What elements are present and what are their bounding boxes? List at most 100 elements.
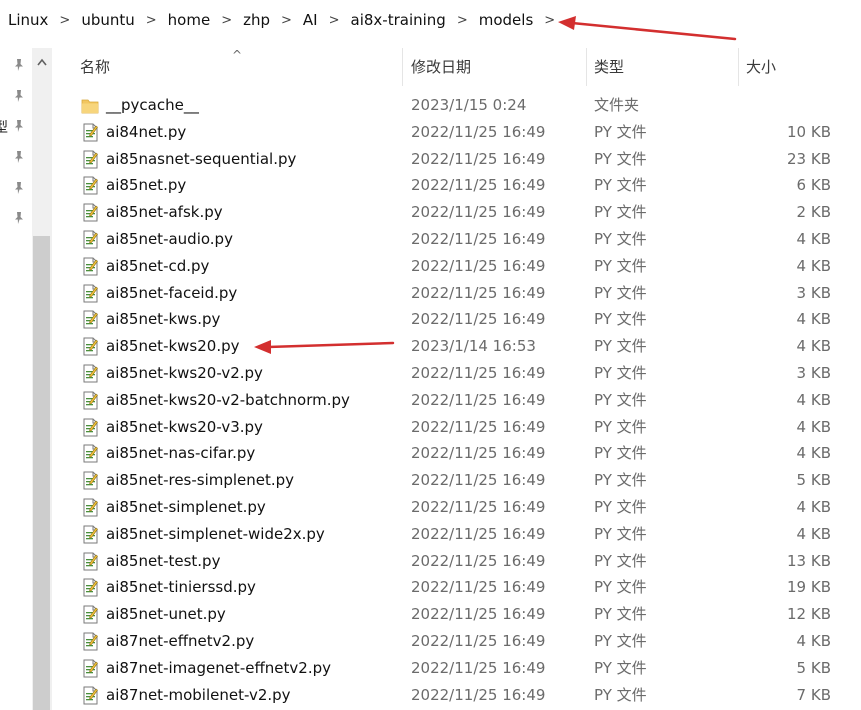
file-type: PY 文件 bbox=[594, 658, 647, 677]
file-row[interactable]: ai85nasnet-sequential.py 2022/11/25 16:49… bbox=[52, 146, 861, 173]
python-file-icon bbox=[81, 552, 99, 571]
pin-icon[interactable] bbox=[12, 119, 26, 133]
file-row[interactable]: __pycache__ 2023/1/15 0:24 文件夹 bbox=[52, 92, 861, 119]
file-type: PY 文件 bbox=[594, 551, 647, 570]
file-row[interactable]: ai85net-res-simplenet.py 2022/11/25 16:49… bbox=[52, 467, 861, 494]
file-date: 2022/11/25 16:49 bbox=[411, 203, 546, 222]
file-row[interactable]: ai85net-simplenet-wide2x.py 2022/11/25 16… bbox=[52, 521, 861, 548]
file-date: 2022/11/25 16:49 bbox=[411, 283, 546, 302]
file-row[interactable]: ai85net-kws20-v3.py 2022/11/25 16:49 PY 文件… bbox=[52, 414, 861, 441]
chevron-right-icon[interactable]: > bbox=[273, 13, 300, 28]
file-name: ai85net-tinierssd.py bbox=[106, 578, 256, 597]
file-row[interactable]: ai85net-nas-cifar.py 2022/11/25 16:49 PY 文… bbox=[52, 440, 861, 467]
file-row[interactable]: ai85net-cd.py 2022/11/25 16:49 PY 文件 4 KB bbox=[52, 253, 861, 280]
file-date: 2022/11/25 16:49 bbox=[411, 658, 546, 677]
python-file-icon bbox=[81, 605, 99, 624]
file-type: PY 文件 bbox=[594, 417, 647, 436]
pin-icon[interactable] bbox=[12, 211, 26, 225]
column-header-name[interactable]: 名称 bbox=[80, 48, 110, 86]
file-row[interactable]: ai85net.py 2022/11/25 16:49 PY 文件 6 KB bbox=[52, 172, 861, 199]
breadcrumb-item[interactable]: zhp bbox=[240, 11, 273, 29]
file-row[interactable]: ai85net-audio.py 2022/11/25 16:49 PY 文件 4 K… bbox=[52, 226, 861, 253]
file-size: 12 KB bbox=[787, 605, 831, 624]
file-type: PY 文件 bbox=[594, 176, 647, 195]
chevron-right-icon[interactable]: > bbox=[138, 13, 165, 28]
file-row[interactable]: ai84net.py 2022/11/25 16:49 PY 文件 10 KB bbox=[52, 119, 861, 146]
file-type: PY 文件 bbox=[594, 229, 647, 248]
file-size: 4 KB bbox=[796, 444, 831, 463]
chevron-right-icon[interactable]: > bbox=[321, 13, 348, 28]
breadcrumb-item[interactable]: Linux bbox=[0, 11, 51, 29]
file-row[interactable]: ai85net-kws20-v2-batchnorm.py 2022/11/25 … bbox=[52, 387, 861, 414]
chevron-right-icon[interactable]: > bbox=[213, 13, 240, 28]
quick-access-panel bbox=[0, 48, 32, 710]
file-size: 6 KB bbox=[796, 176, 831, 195]
python-file-icon bbox=[81, 230, 99, 249]
file-size: 10 KB bbox=[787, 122, 831, 141]
file-row[interactable]: ai85net-afsk.py 2022/11/25 16:49 PY 文件 2 KB bbox=[52, 199, 861, 226]
file-type: PY 文件 bbox=[594, 390, 647, 409]
file-row[interactable]: ai85net-test.py 2022/11/25 16:49 PY 文件 13 K… bbox=[52, 548, 861, 575]
pin-icon[interactable] bbox=[12, 89, 26, 103]
chevron-right-icon[interactable]: > bbox=[536, 13, 563, 28]
column-header-type[interactable]: 类型 bbox=[594, 48, 624, 86]
file-row[interactable]: ai85net-tinierssd.py 2022/11/25 16:49 PY 文… bbox=[52, 574, 861, 601]
file-row[interactable]: ai85net-simplenet.py 2022/11/25 16:49 PY 文… bbox=[52, 494, 861, 521]
column-header-date[interactable]: 修改日期 bbox=[411, 48, 471, 86]
file-date: 2022/11/25 16:49 bbox=[411, 497, 546, 516]
file-name: ai85nasnet-sequential.py bbox=[106, 149, 297, 168]
file-row[interactable]: ai85net-kws.py 2022/11/25 16:49 PY 文件 4 KB bbox=[52, 306, 861, 333]
file-row[interactable]: ai85net-kws20.py 2023/1/14 16:53 PY 文件 4 KB bbox=[52, 333, 861, 360]
file-date: 2022/11/25 16:49 bbox=[411, 122, 546, 141]
breadcrumb-item[interactable]: home bbox=[165, 11, 214, 29]
file-row[interactable]: ai85net-faceid.py 2022/11/25 16:49 PY 文件 3 … bbox=[52, 280, 861, 307]
file-name: ai85net-audio.py bbox=[106, 229, 233, 248]
file-name: ai84net.py bbox=[106, 122, 187, 141]
file-size: 2 KB bbox=[796, 203, 831, 222]
chevron-right-icon[interactable]: > bbox=[51, 13, 78, 28]
file-row[interactable]: ai87net-mobilenet-v2.py 2022/11/25 16:49 P… bbox=[52, 682, 861, 709]
file-type: PY 文件 bbox=[594, 283, 647, 302]
file-size: 4 KB bbox=[796, 229, 831, 248]
nav-label-fragment: 型 bbox=[0, 120, 8, 136]
file-row[interactable]: ai87net-effnetv2.py 2022/11/25 16:49 PY 文件… bbox=[52, 628, 861, 655]
column-divider[interactable] bbox=[586, 48, 587, 86]
file-row[interactable]: ai87net-imagenet-effnetv2.py 2022/11/25 1… bbox=[52, 655, 861, 682]
breadcrumb-item[interactable]: models bbox=[476, 11, 537, 29]
scroll-up-icon[interactable] bbox=[32, 48, 52, 76]
python-file-icon bbox=[81, 310, 99, 329]
breadcrumb: Linux > ubuntu > home > zhp > AI > ai8x-… bbox=[0, 0, 861, 40]
python-file-icon bbox=[81, 150, 99, 169]
column-divider[interactable] bbox=[402, 48, 403, 86]
file-size: 4 KB bbox=[796, 497, 831, 516]
breadcrumb-item[interactable]: ubuntu bbox=[78, 11, 137, 29]
breadcrumb-item[interactable]: ai8x-training bbox=[348, 11, 449, 29]
file-size: 3 KB bbox=[796, 283, 831, 302]
file-row[interactable]: ai85net-kws20-v2.py 2022/11/25 16:49 PY 文件… bbox=[52, 360, 861, 387]
breadcrumb-item[interactable]: AI bbox=[300, 11, 321, 29]
file-type: PY 文件 bbox=[594, 363, 647, 382]
chevron-right-icon[interactable]: > bbox=[449, 13, 476, 28]
file-date: 2022/11/25 16:49 bbox=[411, 310, 546, 329]
pin-icon[interactable] bbox=[12, 58, 26, 72]
pin-icon[interactable] bbox=[12, 150, 26, 164]
scrollbar-thumb[interactable] bbox=[33, 236, 50, 710]
file-type: PY 文件 bbox=[594, 605, 647, 624]
pin-icon[interactable] bbox=[12, 181, 26, 195]
python-file-icon bbox=[81, 337, 99, 356]
python-file-icon bbox=[81, 578, 99, 597]
file-size: 4 KB bbox=[796, 256, 831, 275]
file-date: 2022/11/25 16:49 bbox=[411, 685, 546, 704]
file-size: 13 KB bbox=[787, 551, 831, 570]
python-file-icon bbox=[81, 525, 99, 544]
file-type: PY 文件 bbox=[594, 631, 647, 650]
python-file-icon bbox=[81, 471, 99, 490]
python-file-icon bbox=[81, 123, 99, 142]
file-row[interactable]: ai85net-unet.py 2022/11/25 16:49 PY 文件 12 K… bbox=[52, 601, 861, 628]
file-type: PY 文件 bbox=[594, 444, 647, 463]
file-size: 23 KB bbox=[787, 149, 831, 168]
column-header-size[interactable]: 大小 bbox=[746, 48, 776, 86]
column-divider[interactable] bbox=[738, 48, 739, 86]
file-name: ai85net-simplenet-wide2x.py bbox=[106, 524, 325, 543]
file-date: 2023/1/14 16:53 bbox=[411, 337, 536, 356]
